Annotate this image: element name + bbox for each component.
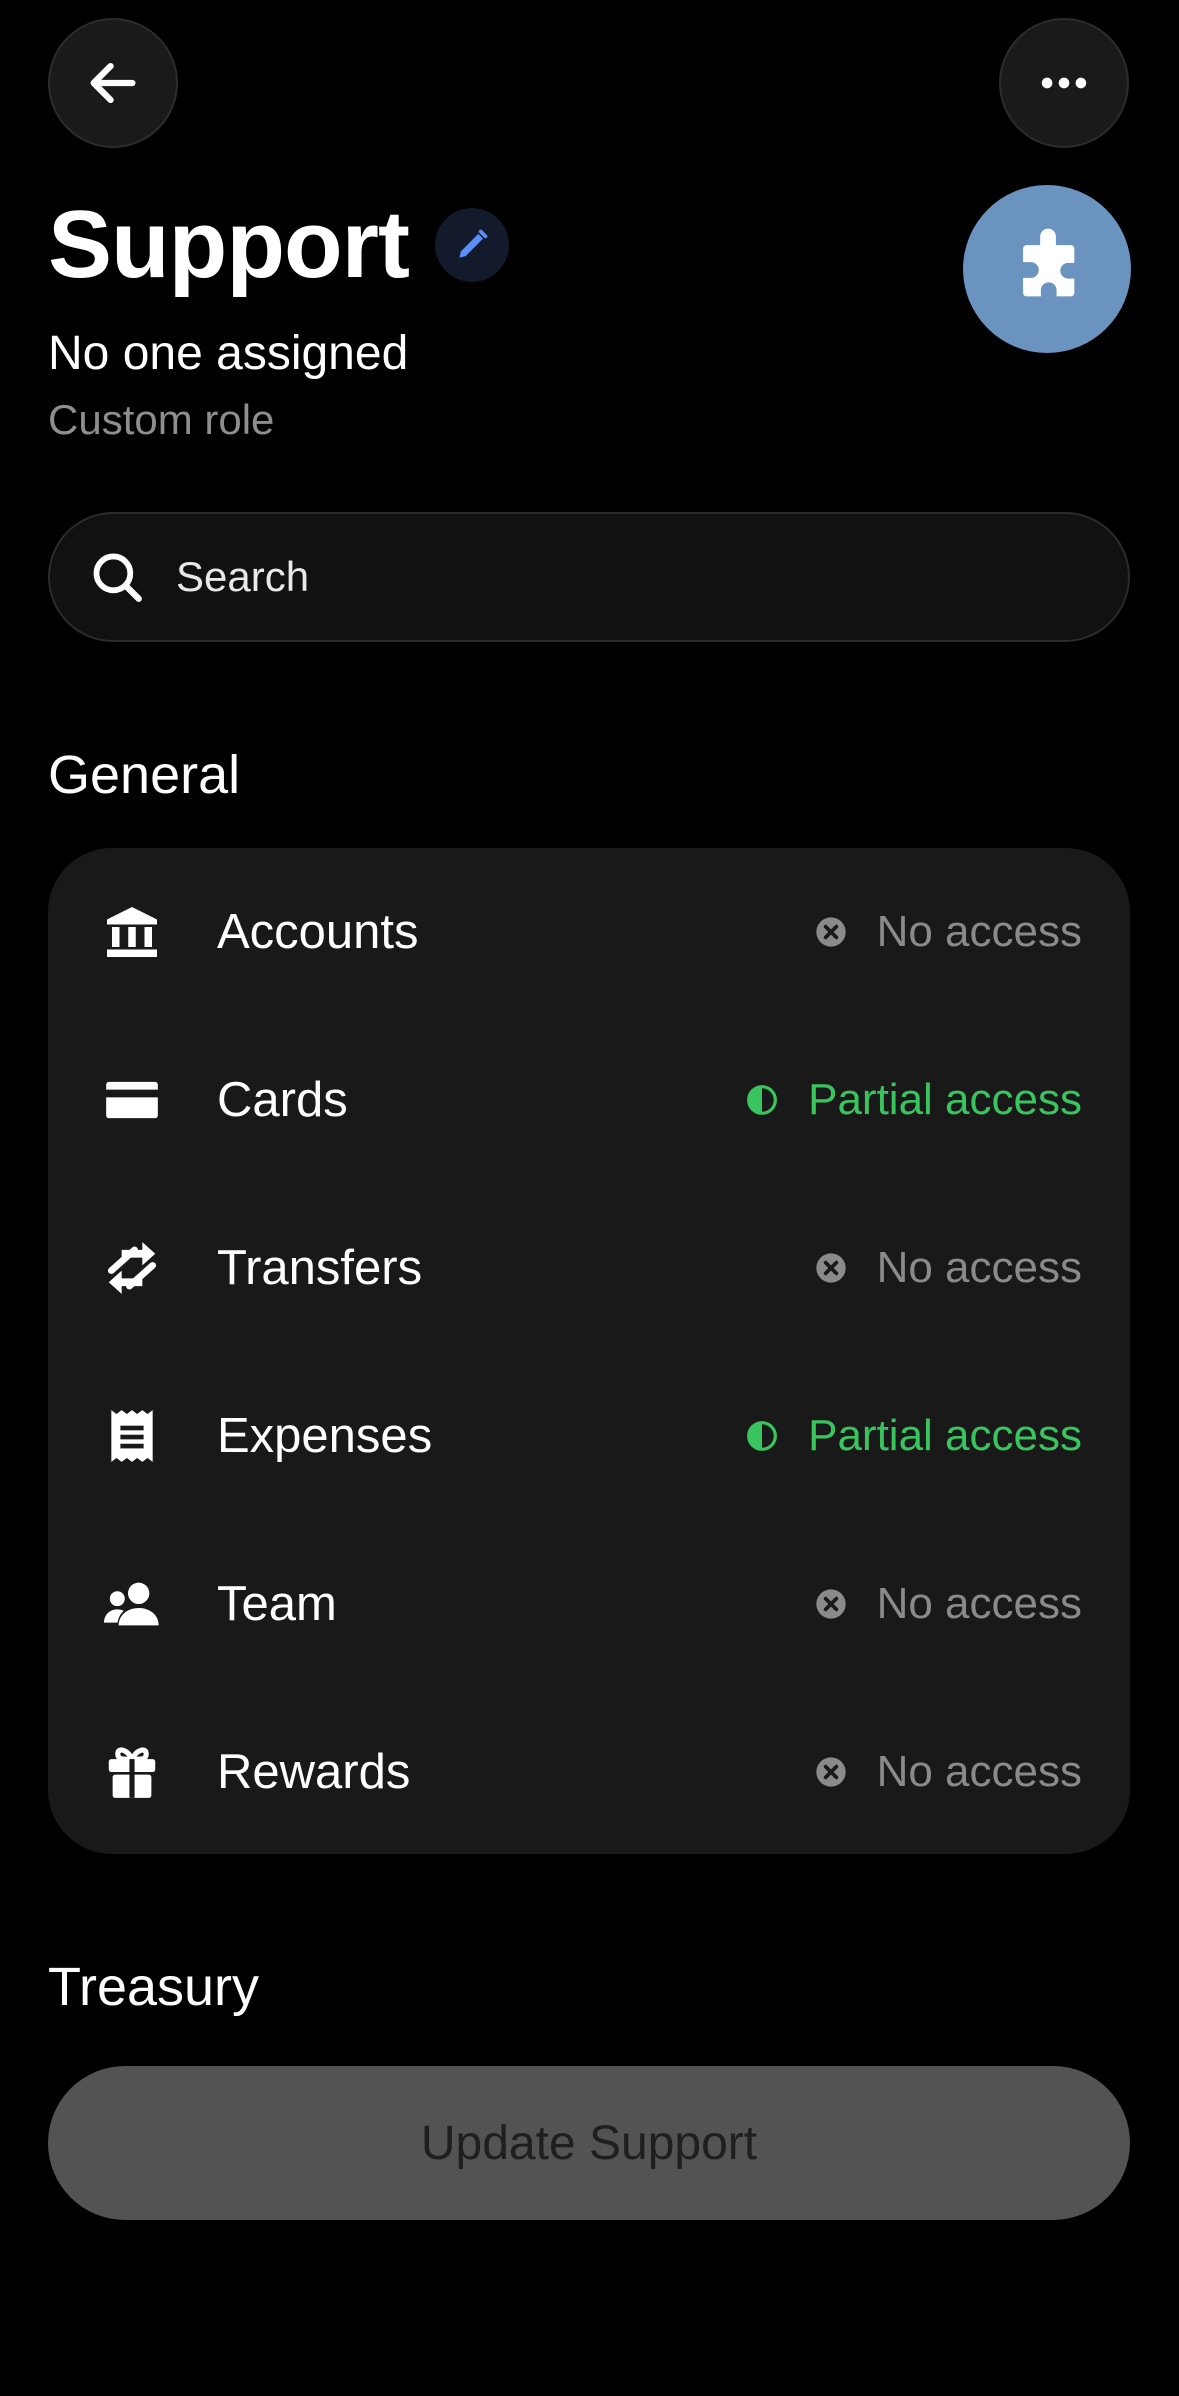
status-badge: Partial access [746, 1411, 1082, 1461]
general-permissions-list: Accounts No access Cards Partial access [48, 848, 1130, 1854]
credit-card-icon [100, 1068, 164, 1132]
search-input[interactable] [174, 552, 1028, 602]
pencil-icon [459, 229, 488, 258]
receipt-icon [100, 1404, 164, 1468]
partial-access-icon [746, 1420, 778, 1452]
status-text: Partial access [808, 1075, 1082, 1124]
no-access-icon [815, 1588, 847, 1620]
page-title: Support [48, 191, 410, 298]
permission-label: Transfers [217, 1241, 423, 1295]
gift-icon [100, 1740, 164, 1804]
permission-row-team[interactable]: Team No access [48, 1520, 1130, 1688]
update-role-button[interactable]: Update Support [48, 2066, 1130, 2220]
status-badge: Partial access [746, 1075, 1082, 1125]
search-icon [86, 546, 148, 608]
status-badge: No access [815, 1747, 1082, 1797]
search-bar[interactable] [48, 512, 1130, 642]
edit-title-button[interactable] [434, 208, 509, 282]
status-text: No access [876, 1747, 1082, 1796]
section-title-treasury: Treasury [48, 1957, 260, 2017]
more-options-button[interactable] [999, 18, 1129, 148]
transfer-arrows-icon [100, 1236, 164, 1300]
permission-row-rewards[interactable]: Rewards No access [48, 1688, 1130, 1856]
assignment-status: No one assigned [48, 327, 409, 380]
role-avatar[interactable] [963, 185, 1131, 353]
section-title-general: General [48, 745, 241, 805]
puzzle-icon [1023, 228, 1075, 297]
permission-row-expenses[interactable]: Expenses Partial access [48, 1352, 1130, 1520]
no-access-icon [815, 1756, 847, 1788]
arrow-left-icon [90, 62, 136, 104]
partial-access-icon [746, 1084, 778, 1116]
bank-icon [100, 900, 164, 964]
people-icon [100, 1572, 164, 1636]
no-access-icon [815, 916, 847, 948]
status-badge: No access [815, 907, 1082, 957]
status-badge: No access [815, 1579, 1082, 1629]
permission-row-accounts[interactable]: Accounts No access [48, 848, 1130, 1016]
role-type: Custom role [48, 396, 275, 443]
back-button[interactable] [48, 18, 178, 148]
status-text: No access [876, 1579, 1082, 1628]
permission-row-transfers[interactable]: Transfers No access [48, 1184, 1130, 1352]
title-row: Support [48, 185, 509, 305]
no-access-icon [815, 1252, 847, 1284]
status-text: No access [876, 907, 1082, 956]
permission-row-cards[interactable]: Cards Partial access [48, 1016, 1130, 1184]
status-badge: No access [815, 1243, 1082, 1293]
status-text: No access [876, 1243, 1082, 1292]
more-horizontal-icon [1041, 77, 1087, 89]
permission-label: Accounts [217, 905, 419, 959]
permission-label: Team [217, 1577, 337, 1631]
permission-label: Cards [217, 1073, 348, 1127]
permission-label: Expenses [217, 1409, 433, 1463]
status-text: Partial access [808, 1411, 1082, 1460]
permission-label: Rewards [217, 1745, 411, 1799]
